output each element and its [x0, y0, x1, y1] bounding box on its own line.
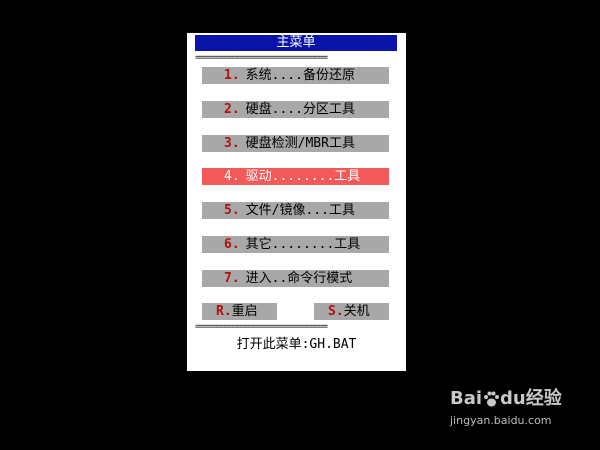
watermark-brand-left: Bai	[450, 388, 483, 409]
separator-bottom: ================================	[195, 322, 328, 332]
menu-item-label: 驱动........工具	[245, 169, 361, 184]
menu-item-number: 7.	[224, 271, 240, 286]
menu-title: 主菜单	[195, 35, 397, 51]
restart-button[interactable]: R.重启	[202, 303, 277, 320]
menu-item-number: 6.	[224, 237, 240, 252]
baidu-jingyan-watermark: Bai du经验 jingyan.baidu.com	[450, 388, 566, 436]
watermark-brand: Bai du经验	[450, 388, 562, 410]
menu-item-label: 硬盘....分区工具	[245, 102, 355, 117]
shutdown-button[interactable]: S.关机	[314, 303, 389, 320]
menu-item-partition-tools[interactable]: 2. 硬盘....分区工具	[202, 101, 389, 118]
menu-item-driver-tools[interactable]: 4. 驱动........工具	[202, 168, 389, 185]
menu-item-other-tools[interactable]: 6. 其它........工具	[202, 236, 389, 253]
shutdown-label: 关机	[343, 304, 370, 319]
menu-item-disk-check-mbr[interactable]: 3. 硬盘检测/MBR工具	[202, 135, 389, 152]
shutdown-key: S.	[328, 304, 344, 319]
restart-key: R.	[216, 304, 232, 319]
menu-item-number: 5.	[224, 203, 240, 218]
menu-footer-hint: 打开此菜单:GH.BAT	[236, 337, 357, 352]
watermark-brand-right: du	[500, 388, 526, 409]
main-menu-panel: 主菜单 ================================ 1. 系…	[187, 33, 406, 371]
menu-item-number: 1.	[224, 68, 240, 83]
menu-item-label: 其它........工具	[245, 237, 361, 252]
watermark-brand-cn: 经验	[525, 388, 562, 409]
menu-item-label: 硬盘检测/MBR工具	[245, 136, 355, 151]
restart-label: 重启	[231, 304, 258, 319]
menu-item-command-line[interactable]: 7. 进入..命令行模式	[202, 270, 389, 287]
menu-item-label: 进入..命令行模式	[245, 271, 353, 286]
separator-top: ================================	[195, 53, 328, 63]
menu-item-label: 文件/镜像...工具	[245, 203, 355, 218]
menu-item-number: 2.	[224, 102, 240, 117]
baidu-paw-icon	[484, 391, 500, 407]
menu-item-file-image-tools[interactable]: 5. 文件/镜像...工具	[202, 202, 389, 219]
menu-item-label: 系统....备份还原	[245, 68, 355, 83]
watermark-url: jingyan.baidu.com	[450, 414, 552, 427]
menu-item-backup-restore[interactable]: 1. 系统....备份还原	[202, 67, 389, 84]
menu-item-number: 3.	[224, 136, 240, 151]
menu-item-number: 4.	[224, 169, 240, 184]
